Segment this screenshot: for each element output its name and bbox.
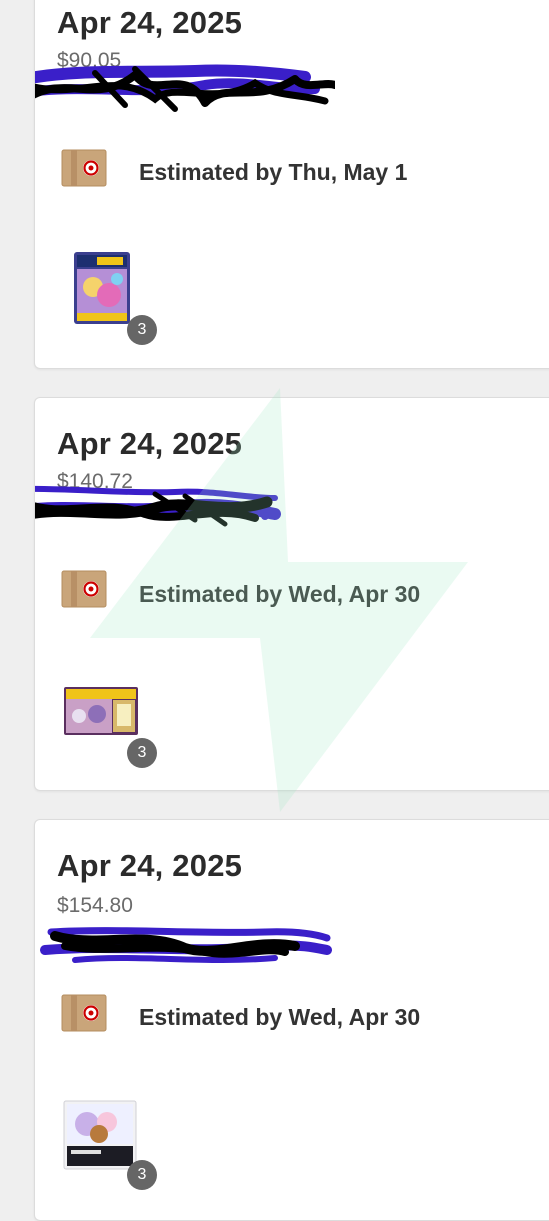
- item-quantity-badge: 3: [127, 1160, 157, 1190]
- order-date: Apr 24, 2025: [57, 848, 243, 883]
- product-thumbnail[interactable]: [63, 1100, 137, 1170]
- order-total: $154.80: [57, 894, 133, 917]
- delivery-estimate: Estimated by Wed, Apr 30: [139, 1004, 421, 1030]
- product-thumbnail[interactable]: [63, 686, 139, 736]
- order-date: Apr 24, 2025: [57, 426, 243, 461]
- item-quantity-badge: 3: [127, 738, 157, 768]
- order-card[interactable]: Apr 24, 2025 $90.05 Estimated by Thu, Ma…: [34, 0, 549, 369]
- target-package-icon: [61, 149, 107, 187]
- delivery-estimate: Estimated by Wed, Apr 30: [139, 581, 421, 607]
- delivery-estimate: Estimated by Thu, May 1: [139, 159, 408, 185]
- item-quantity-badge: 3: [127, 315, 157, 345]
- target-package-icon: [61, 994, 107, 1032]
- order-card[interactable]: Apr 24, 2025 $154.80 Estimated by Wed, A…: [34, 819, 549, 1221]
- product-thumbnail[interactable]: [73, 251, 131, 325]
- redaction-scribble: [40, 927, 332, 963]
- order-date: Apr 24, 2025: [57, 5, 243, 40]
- redaction-scribble: [35, 485, 281, 527]
- redaction-scribble: [35, 64, 335, 112]
- order-card[interactable]: Apr 24, 2025 $140.72 Estimated by Wed, A…: [34, 397, 549, 791]
- target-package-icon: [61, 570, 107, 608]
